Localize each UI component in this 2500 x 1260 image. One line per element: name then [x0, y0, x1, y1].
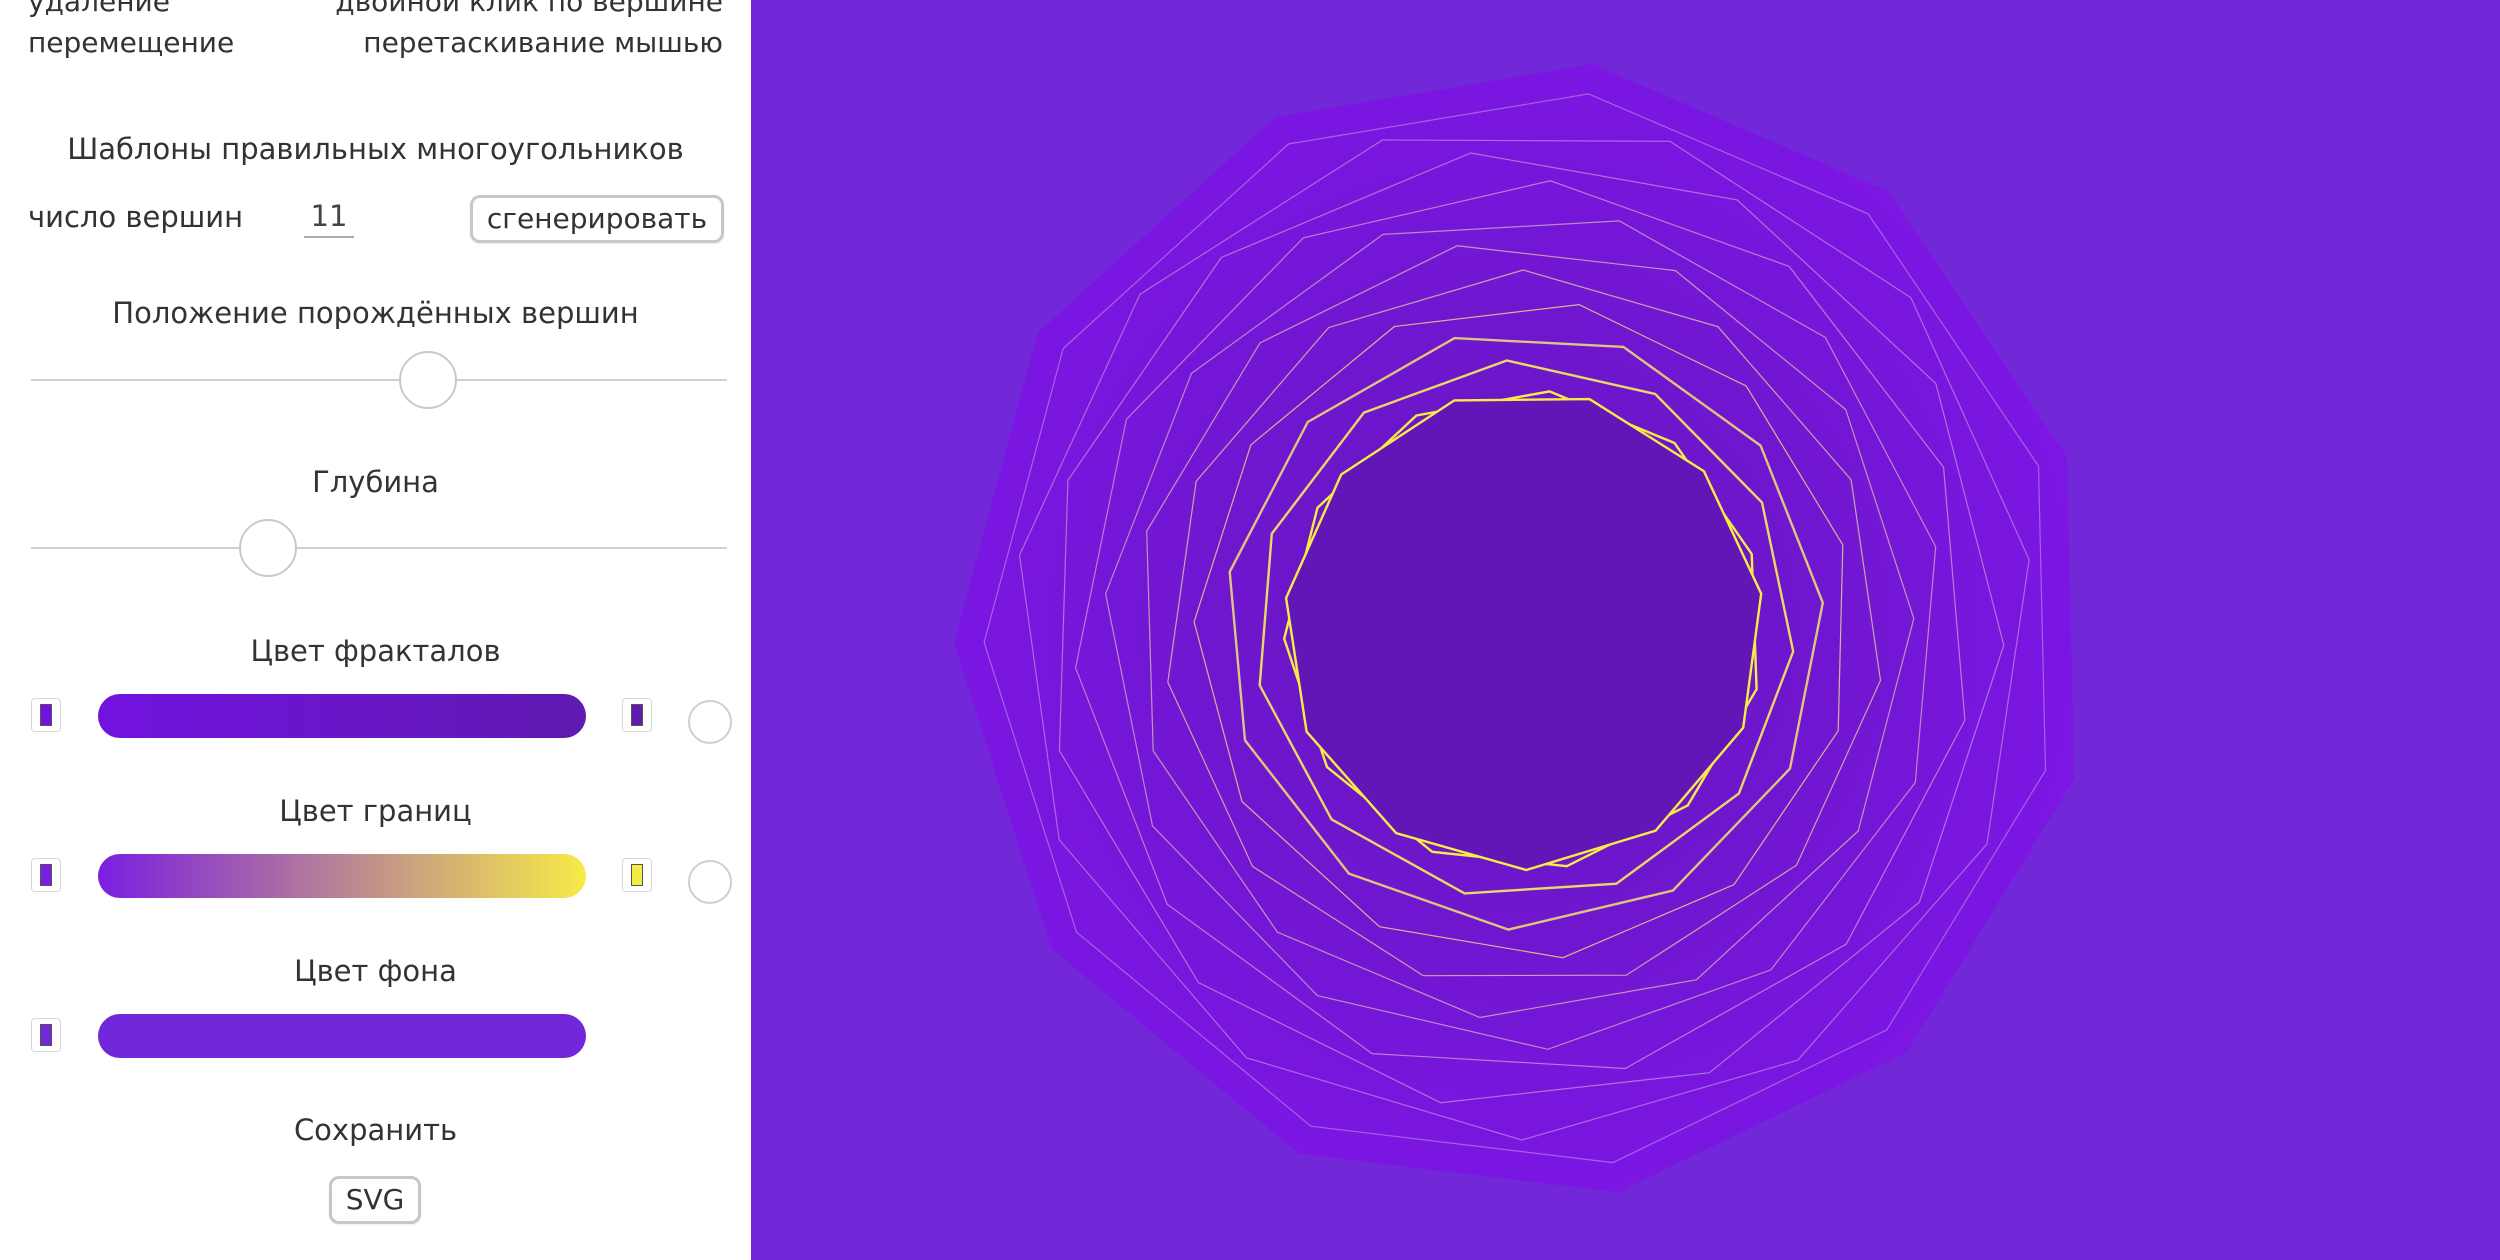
border-color-heading: Цвет границ: [279, 794, 472, 828]
fractal-canvas[interactable]: [751, 0, 2500, 1260]
position-heading: Положение порождённых вершин: [112, 296, 639, 330]
generate-button[interactable]: сгенерировать: [470, 195, 724, 243]
background-color-heading: Цвет фона: [294, 954, 457, 988]
border-color-end-swatch[interactable]: [622, 858, 652, 892]
fractal-color-start-swatch[interactable]: [31, 698, 61, 732]
templates-heading: Шаблоны правильных многоугольников: [67, 132, 684, 166]
fractal-color-gradient: [98, 694, 586, 738]
border-color-toggle[interactable]: [688, 860, 732, 904]
hint-value: перетаскивание мышью: [363, 26, 723, 59]
fractal-color-end-swatch[interactable]: [622, 698, 652, 732]
depth-heading: Глубина: [312, 465, 439, 499]
position-slider-thumb[interactable]: [398, 351, 457, 409]
fractal-color-heading: Цвет фракталов: [250, 634, 501, 668]
background-color-swatch[interactable]: [31, 1018, 61, 1052]
hint-value: двойной клик по вершине: [335, 0, 723, 18]
save-svg-button[interactable]: SVG: [329, 1176, 421, 1224]
fractal-drawing: [954, 64, 2075, 1193]
depth-slider-track[interactable]: [31, 547, 727, 549]
hint-key: удаление: [28, 0, 170, 18]
hint-key: перемещение: [28, 26, 235, 59]
hint-row-delete: удаление двойной клик по вершине: [28, 0, 723, 25]
hint-row-move: перемещение перетаскивание мышью: [28, 26, 723, 66]
border-color-start-swatch[interactable]: [31, 858, 61, 892]
fractal-color-toggle[interactable]: [688, 700, 732, 744]
border-color-gradient: [98, 854, 586, 898]
vertex-count-input[interactable]: 11: [304, 196, 354, 238]
save-heading: Сохранить: [293, 1113, 458, 1147]
background-color-bar: [98, 1014, 586, 1058]
depth-slider-thumb[interactable]: [238, 519, 297, 577]
vertex-count-label: число вершин: [28, 200, 244, 234]
settings-panel: удаление двойной клик по вершине перемещ…: [0, 0, 751, 1260]
position-slider-track[interactable]: [31, 379, 727, 381]
